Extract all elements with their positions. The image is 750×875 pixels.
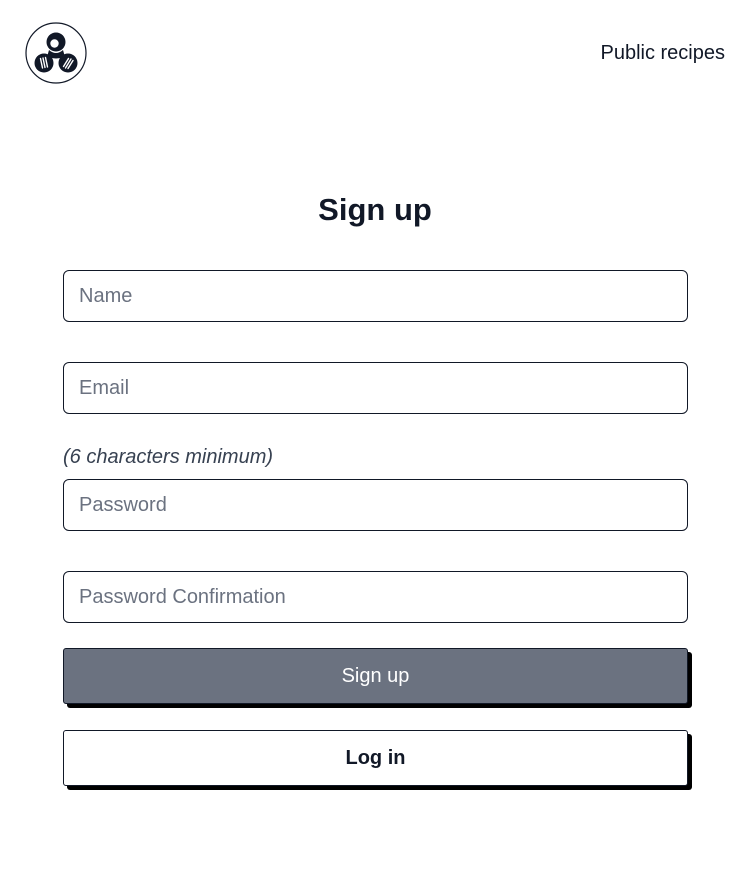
name-input[interactable] [63, 270, 688, 322]
email-input[interactable] [63, 362, 688, 414]
password-confirmation-input[interactable] [63, 571, 688, 623]
page-title: Sign up [318, 192, 432, 227]
logo-icon[interactable] [25, 22, 87, 84]
log-in-button[interactable]: Log in [63, 730, 688, 786]
site-header: Public recipes [0, 0, 750, 110]
password-input[interactable] [63, 479, 688, 531]
password-hint: (6 characters minimum) [63, 446, 274, 468]
public-recipes-link[interactable]: Public recipes [600, 41, 725, 65]
sign-up-button[interactable]: Sign up [63, 648, 688, 704]
